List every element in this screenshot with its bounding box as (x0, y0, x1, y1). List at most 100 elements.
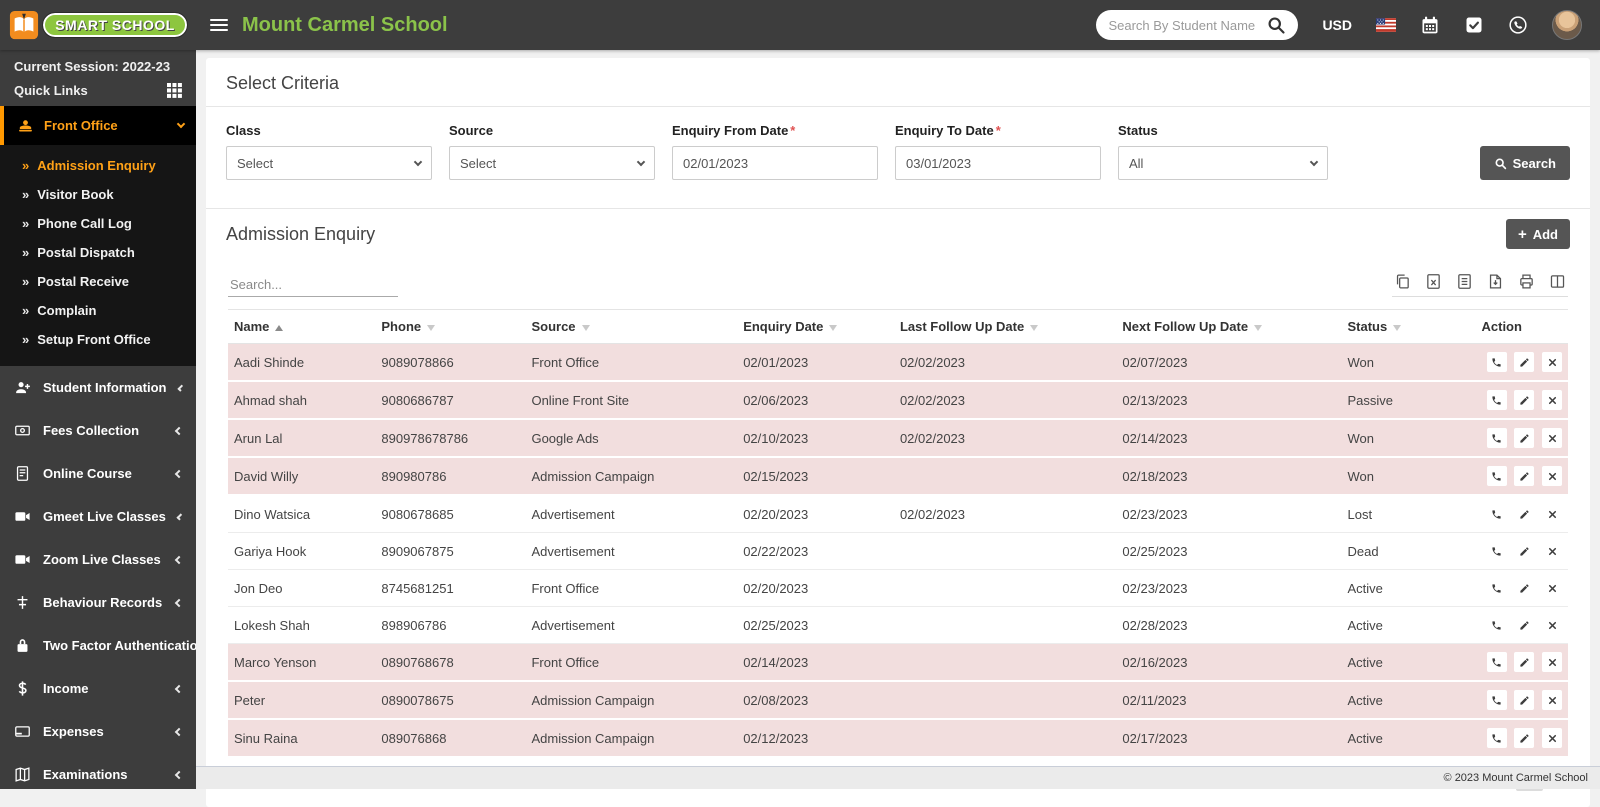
source-select[interactable]: Select (449, 146, 655, 180)
edit-button[interactable] (1514, 390, 1534, 410)
sidebar-item-visitor-book[interactable]: » Visitor Book (0, 180, 196, 209)
quick-links[interactable]: Quick Links (14, 83, 182, 98)
col-last-follow-up[interactable]: Last Follow Up Date (894, 310, 1116, 344)
delete-button[interactable] (1542, 578, 1562, 598)
follow-up-phone-button[interactable] (1487, 541, 1507, 561)
follow-up-phone-button[interactable] (1487, 390, 1507, 410)
follow-up-phone-button[interactable] (1487, 504, 1507, 524)
col-name[interactable]: Name (228, 310, 375, 344)
table-row[interactable]: David Willy 890980786 Admission Campaign… (228, 457, 1568, 495)
table-row[interactable]: Sinu Raina 089076868 Admission Campaign … (228, 719, 1568, 757)
phone-icon (1491, 471, 1502, 482)
delete-button[interactable] (1542, 615, 1562, 635)
edit-button[interactable] (1514, 652, 1534, 672)
sidebar-item-setup-front-office[interactable]: » Setup Front Office (0, 325, 196, 354)
table-row[interactable]: Peter 0890078675 Admission Campaign 02/0… (228, 681, 1568, 719)
pencil-icon (1519, 583, 1530, 594)
table-row[interactable]: Jon Deo 8745681251 Front Office 02/20/20… (228, 570, 1568, 607)
print-icon[interactable] (1518, 273, 1535, 290)
table-row[interactable]: Gariya Hook 8909067875 Advertisement 02/… (228, 533, 1568, 570)
edit-button[interactable] (1514, 690, 1534, 710)
follow-up-phone-button[interactable] (1487, 466, 1507, 486)
grid-icon[interactable] (167, 83, 182, 98)
column-visibility-icon[interactable] (1549, 273, 1566, 290)
user-avatar[interactable] (1552, 10, 1582, 40)
edit-button[interactable] (1514, 615, 1534, 635)
table-row[interactable]: Dino Watsica 9080678685 Advertisement 02… (228, 495, 1568, 533)
sidebar-item-student-information[interactable]: Student Information (0, 366, 196, 409)
currency-label[interactable]: USD (1322, 17, 1352, 33)
from-date-input[interactable] (672, 146, 878, 180)
table-search-input[interactable] (228, 273, 398, 297)
calendar-icon[interactable] (1420, 15, 1440, 35)
sidebar-item-fees-collection[interactable]: Fees Collection (0, 409, 196, 452)
follow-up-phone-button[interactable] (1487, 728, 1507, 748)
student-search-input[interactable] (1108, 18, 1266, 33)
delete-button[interactable] (1542, 652, 1562, 672)
to-date-input[interactable] (895, 146, 1101, 180)
copy-icon[interactable] (1394, 273, 1411, 290)
menu-toggle-icon[interactable] (210, 16, 228, 34)
sidebar-item-two-factor-authentication[interactable]: Two Factor Authentication (0, 624, 196, 667)
edit-button[interactable] (1514, 466, 1534, 486)
table-row[interactable]: Aadi Shinde 9089078866 Front Office 02/0… (228, 344, 1568, 382)
delete-button[interactable] (1542, 428, 1562, 448)
col-source[interactable]: Source (525, 310, 737, 344)
todo-check-icon[interactable] (1464, 15, 1484, 35)
edit-button[interactable] (1514, 541, 1534, 561)
delete-button[interactable] (1542, 352, 1562, 372)
sidebar-item-zoom-live-classes[interactable]: Zoom Live Classes (0, 538, 196, 581)
table-row[interactable]: Marco Yenson 0890768678 Front Office 02/… (228, 644, 1568, 682)
delete-button[interactable] (1542, 690, 1562, 710)
sidebar-item-income[interactable]: Income (0, 667, 196, 710)
language-flag-icon[interactable] (1376, 15, 1396, 35)
sidebar-item-examinations[interactable]: Examinations (0, 753, 196, 789)
student-search[interactable] (1096, 10, 1298, 40)
table-row[interactable]: Lokesh Shah 898906786 Advertisement 02/2… (228, 607, 1568, 644)
sidebar-item-admission-enquiry[interactable]: » Admission Enquiry (0, 151, 196, 180)
follow-up-phone-button[interactable] (1487, 428, 1507, 448)
csv-export-icon[interactable] (1456, 273, 1473, 290)
delete-button[interactable] (1542, 390, 1562, 410)
col-next-follow-up[interactable]: Next Follow Up Date (1116, 310, 1341, 344)
follow-up-phone-button[interactable] (1487, 652, 1507, 672)
sidebar-item-gmeet-live-classes[interactable]: Gmeet Live Classes (0, 495, 196, 538)
pdf-export-icon[interactable] (1487, 273, 1504, 290)
sidebar-item-complain[interactable]: » Complain (0, 296, 196, 325)
delete-button[interactable] (1542, 466, 1562, 486)
follow-up-phone-button[interactable] (1487, 352, 1507, 372)
sidebar-item-phone-call-log[interactable]: » Phone Call Log (0, 209, 196, 238)
edit-button[interactable] (1514, 728, 1534, 748)
edit-button[interactable] (1514, 352, 1534, 372)
sidebar-item-postal-receive[interactable]: » Postal Receive (0, 267, 196, 296)
whatsapp-icon[interactable] (1508, 15, 1528, 35)
status-select[interactable]: All (1118, 146, 1328, 180)
edit-button[interactable] (1514, 578, 1534, 598)
delete-button[interactable] (1542, 541, 1562, 561)
col-status[interactable]: Status (1342, 310, 1476, 344)
edit-button[interactable] (1514, 504, 1534, 524)
search-button[interactable]: Search (1480, 146, 1570, 180)
app-logo[interactable]: SMART SCHOOL (0, 0, 196, 50)
follow-up-phone-button[interactable] (1487, 615, 1507, 635)
edit-button[interactable] (1514, 428, 1534, 448)
add-button[interactable]: + Add (1506, 219, 1570, 249)
lock-icon (14, 637, 31, 654)
sidebar-item-behaviour-records[interactable]: Behaviour Records (0, 581, 196, 624)
table-row[interactable]: Arun Lal 890978678786 Google Ads 02/10/2… (228, 419, 1568, 457)
excel-export-icon[interactable] (1425, 273, 1442, 290)
sidebar-item-postal-dispatch[interactable]: » Postal Dispatch (0, 238, 196, 267)
phone-icon (1491, 395, 1502, 406)
follow-up-phone-button[interactable] (1487, 578, 1507, 598)
sidebar-item-expenses[interactable]: Expenses (0, 710, 196, 753)
sidebar-item-online-course[interactable]: Online Course (0, 452, 196, 495)
sidebar-item-front-office[interactable]: Front Office (0, 106, 196, 145)
col-phone[interactable]: Phone (375, 310, 525, 344)
search-icon[interactable] (1266, 15, 1286, 35)
delete-button[interactable] (1542, 504, 1562, 524)
col-enquiry-date[interactable]: Enquiry Date (737, 310, 894, 344)
class-select[interactable]: Select (226, 146, 432, 180)
follow-up-phone-button[interactable] (1487, 690, 1507, 710)
delete-button[interactable] (1542, 728, 1562, 748)
table-row[interactable]: Ahmad shah 9080686787 Online Front Site … (228, 381, 1568, 419)
